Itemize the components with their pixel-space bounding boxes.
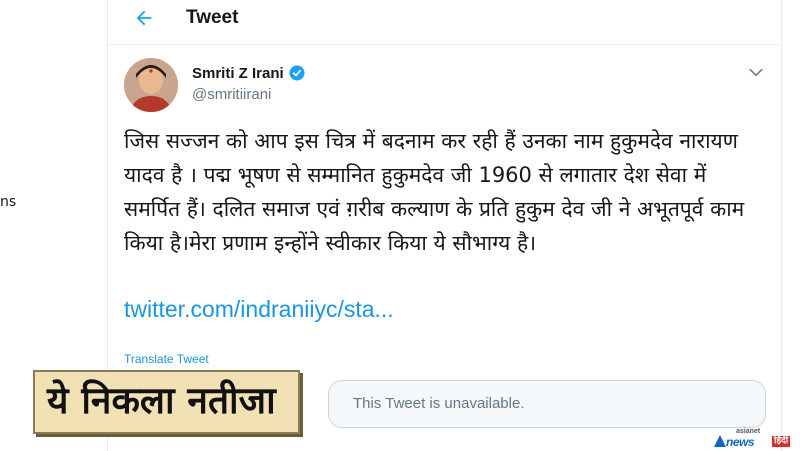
logo-top-text: asianet — [736, 428, 761, 435]
arrow-left-icon — [136, 10, 152, 26]
logo-triangle-icon — [714, 435, 726, 447]
tweet-link[interactable]: twitter.com/indraniiyc/sta... — [124, 296, 394, 323]
verified-badge-icon — [289, 65, 305, 81]
partial-edge-text: ns — [0, 194, 17, 210]
tweet-text: जिस सज्जन को आप इस चित्र में बदनाम कर रह… — [124, 129, 745, 255]
tweet-menu-button[interactable] — [746, 62, 766, 82]
overlay-caption: ये निकला नतीजा — [33, 370, 300, 434]
chevron-down-icon — [749, 68, 763, 77]
page-title: Tweet — [186, 7, 239, 28]
author-name-text: Smriti Z Irani — [192, 64, 284, 82]
quoted-tweet-unavailable-text: This Tweet is unavailable. — [353, 395, 525, 412]
logo-main-text: news — [726, 435, 755, 449]
logo-hindi-text: हिंदी — [772, 436, 791, 447]
quoted-tweet-card[interactable]: This Tweet is unavailable. — [328, 380, 766, 428]
asianet-news-logo: asianet news हिंदी — [714, 428, 798, 449]
author-name[interactable]: Smriti Z Irani — [192, 64, 306, 82]
translate-tweet-link[interactable]: Translate Tweet — [124, 352, 209, 366]
avatar-image — [124, 58, 178, 112]
avatar[interactable] — [124, 58, 178, 112]
page-header: Tweet — [108, 0, 781, 45]
back-button[interactable] — [130, 6, 158, 30]
author-handle[interactable]: @smritiirani — [192, 86, 271, 103]
